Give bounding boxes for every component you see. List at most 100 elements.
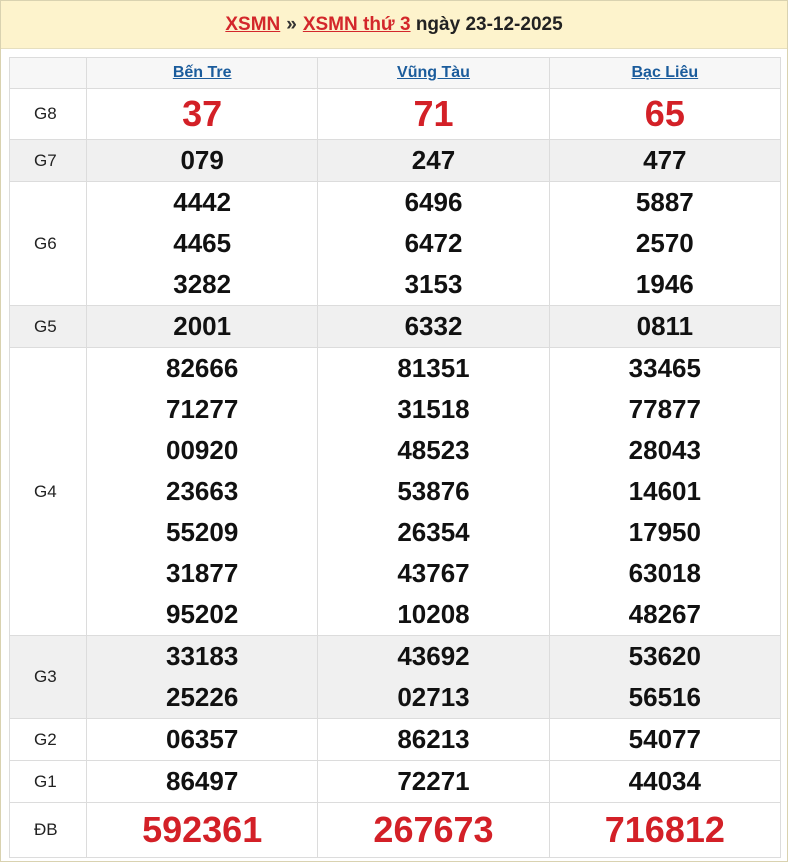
prize-cell: 477 [548, 139, 782, 182]
prize-label: G8 [9, 88, 87, 140]
prize-number: 079 [180, 145, 224, 175]
breadcrumb-separator: » [286, 14, 297, 35]
prize-label: G3 [9, 635, 87, 719]
province-link-bac-lieu[interactable]: Bạc Liêu [631, 64, 698, 81]
prize-number: 77877 [628, 394, 701, 424]
prize-cell: 2001 [85, 305, 319, 348]
prize-number: 43692 [397, 641, 470, 671]
prize-cell: 44034 [548, 760, 782, 803]
prize-number: 86213 [397, 724, 470, 754]
prize-number: 54077 [628, 724, 701, 754]
province-header-row: Bến Tre Vũng Tàu Bạc Liêu [9, 57, 782, 89]
prize-number: 53620 [628, 641, 701, 671]
prize-cell: 81351 31518 48523 53876 26354 43767 10208 [317, 347, 550, 636]
prize-row: G3 33183 25226 43692 02713 53620 56516 [9, 635, 782, 719]
prize-number: 65 [644, 93, 685, 134]
prize-row: G8 37 71 65 [9, 88, 782, 140]
prize-number: 5887 [635, 187, 694, 217]
prize-cell: 4442 4465 3282 [85, 181, 319, 306]
prize-number: 44034 [628, 766, 701, 796]
prize-number: 72271 [397, 766, 470, 796]
prize-number: 33183 [166, 641, 239, 671]
prize-number: 00920 [166, 435, 239, 465]
prize-number: 48523 [397, 435, 470, 465]
results-panel: XSMN » XSMN thứ 3 ngày 23-12-2025 Bến Tre … [0, 0, 788, 862]
prize-number: 48267 [628, 599, 701, 629]
province-link-ben-tre[interactable]: Bến Tre [173, 64, 232, 81]
prize-number: 2001 [173, 311, 232, 341]
prize-number: 0811 [636, 311, 694, 341]
prize-cell: 33465 77877 28043 14601 17950 63018 48267 [548, 347, 782, 636]
prize-number: 23663 [166, 476, 239, 506]
prize-number: 43767 [397, 558, 470, 588]
prize-number: 14601 [628, 476, 701, 506]
prize-label: G5 [9, 305, 87, 348]
prize-number: 247 [411, 145, 456, 175]
prize-cell: 5887 2570 1946 [548, 181, 782, 306]
prize-number: 33465 [628, 353, 701, 383]
prize-row: G7 079 247 477 [9, 139, 782, 182]
prize-cell: 079 [85, 139, 319, 182]
prize-rows: G8 37 71 65 G7 079 247 477 G6 4442 4465 3282 6496 647… [9, 88, 782, 858]
province-header: Vũng Tàu [317, 57, 550, 89]
prize-cell: 37 [85, 88, 319, 140]
prize-number: 06357 [166, 724, 239, 754]
prize-number: 71277 [166, 394, 239, 424]
province-link-vung-tau[interactable]: Vũng Tàu [397, 64, 470, 81]
prize-number: 26354 [397, 517, 470, 547]
prize-number: 477 [643, 145, 687, 175]
prize-row: G6 4442 4465 3282 6496 6472 3153 5887 2570 1946 [9, 181, 782, 306]
prize-row: ĐB 592361 267673 716812 [9, 802, 782, 858]
prize-number: 56516 [628, 682, 701, 712]
prize-cell: 247 [317, 139, 550, 182]
prize-number: 95202 [166, 599, 239, 629]
results-header: XSMN » XSMN thứ 3 ngày 23-12-2025 [1, 1, 787, 49]
prize-number: 31518 [397, 394, 470, 424]
prize-number: 37 [182, 93, 223, 134]
xsmn-link[interactable]: XSMN [225, 14, 280, 35]
prize-number: 592361 [142, 809, 263, 850]
prize-label: G2 [9, 718, 87, 761]
prize-row: G2 06357 86213 54077 [9, 718, 782, 761]
prize-label: G4 [9, 347, 87, 636]
prize-row: G5 2001 6332 0811 [9, 305, 782, 348]
prize-number: 55209 [166, 517, 239, 547]
prize-number: 71 [413, 93, 454, 134]
prize-label: G1 [9, 760, 87, 803]
prize-number: 86497 [166, 766, 239, 796]
prize-number: 82666 [166, 353, 239, 383]
prize-number: 10208 [397, 599, 470, 629]
header-corner-cell [9, 57, 87, 89]
prize-cell: 65 [548, 88, 782, 140]
prize-number: 4442 [173, 187, 232, 217]
prize-number: 4465 [173, 228, 232, 258]
prize-number: 6496 [404, 187, 463, 217]
prize-cell: 71 [317, 88, 550, 140]
province-header: Bạc Liêu [548, 57, 782, 89]
prize-cell: 592361 [85, 802, 319, 858]
prize-label: ĐB [9, 802, 87, 858]
prize-cell: 86497 [85, 760, 319, 803]
prize-number: 53876 [397, 476, 470, 506]
prize-cell: 0811 [548, 305, 782, 348]
prize-cell: 6332 [317, 305, 550, 348]
prize-number: 6472 [404, 228, 463, 258]
prize-cell: 716812 [548, 802, 782, 858]
prize-number: 17950 [628, 517, 701, 547]
prize-number: 3153 [404, 269, 463, 299]
prize-number: 1946 [635, 269, 694, 299]
prize-number: 28043 [628, 435, 701, 465]
prize-number: 31877 [166, 558, 239, 588]
prize-cell: 54077 [548, 718, 782, 761]
prize-cell: 86213 [317, 718, 550, 761]
prize-cell: 53620 56516 [548, 635, 782, 719]
prize-label: G6 [9, 181, 87, 306]
prize-number: 716812 [604, 809, 725, 850]
prize-number: 6332 [404, 311, 463, 341]
prize-row: G1 86497 72271 44034 [9, 760, 782, 803]
draw-date: ngày 23-12-2025 [415, 14, 563, 35]
xsmn-weekday-link[interactable]: XSMN thứ 3 [303, 14, 411, 35]
prize-number: 81351 [397, 353, 470, 383]
prize-number: 63018 [628, 558, 701, 588]
prize-number: 3282 [173, 269, 232, 299]
